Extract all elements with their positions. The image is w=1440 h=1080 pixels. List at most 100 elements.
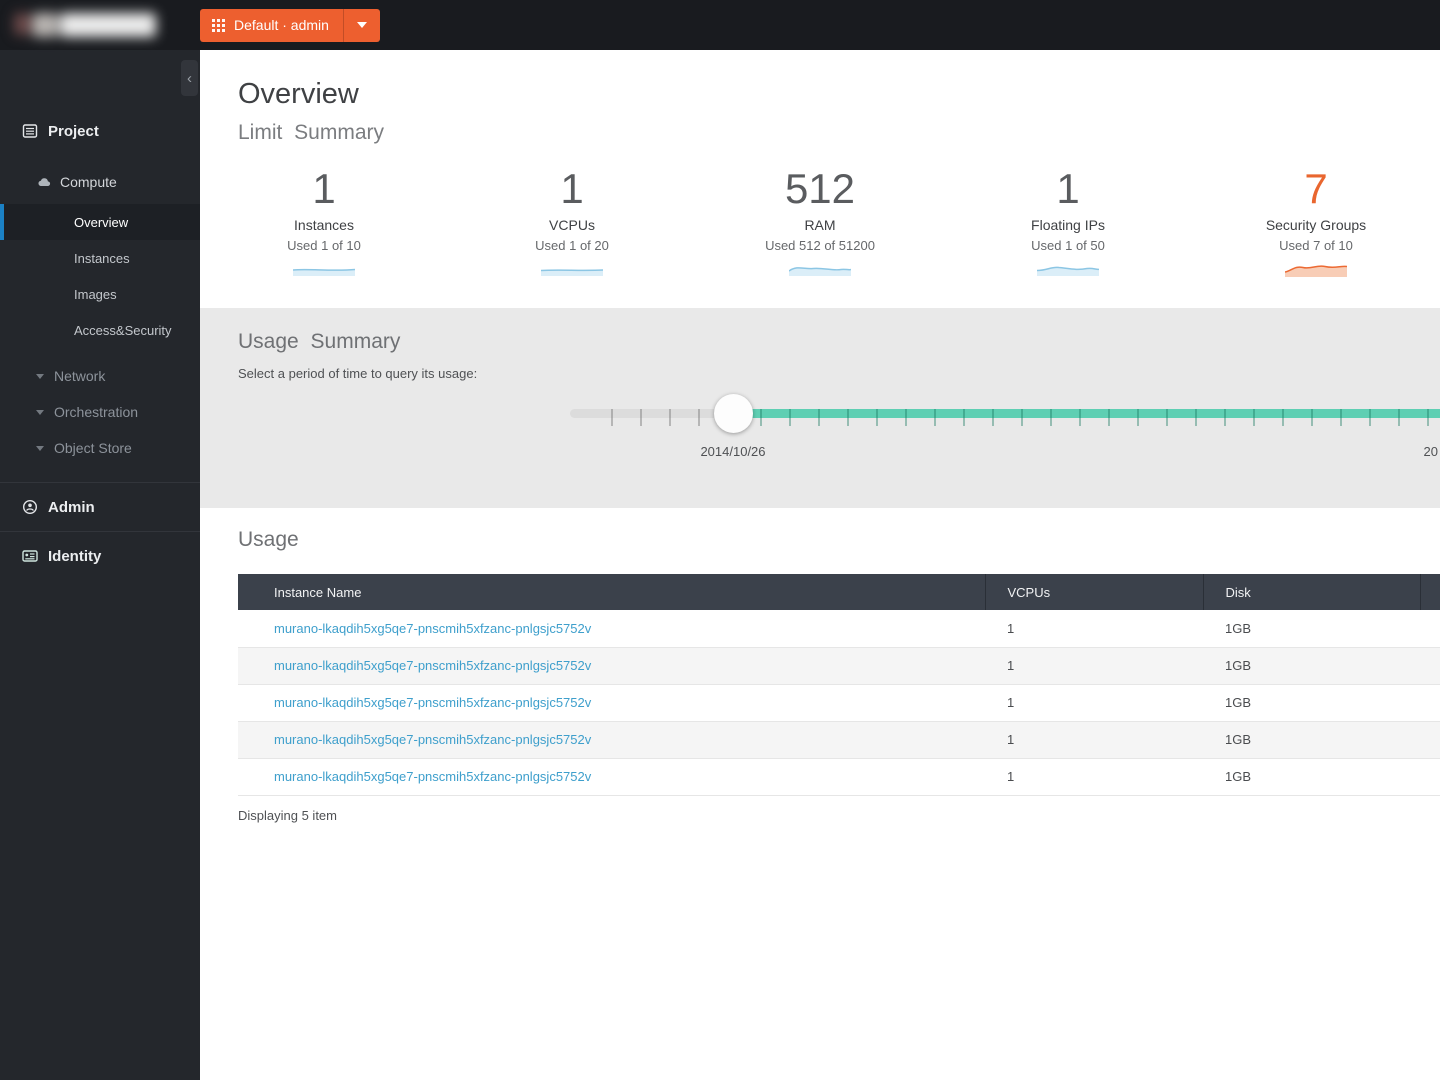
chevron-left-icon: ‹ — [187, 69, 192, 87]
column-header-extra — [1419, 574, 1440, 611]
usage-summary-hint: Select a period of time to query its usa… — [238, 366, 478, 382]
sidebar-panel-label: Compute — [60, 174, 117, 190]
instance-link[interactable]: murano-lkaqdih5xg5qe7-pnscmih5xfzanc-pnl… — [274, 658, 591, 673]
disk-cell: 1GB — [1203, 647, 1420, 685]
usage-summary-heading: Usage Summary — [238, 330, 401, 354]
sidebar-item-access-security[interactable]: Access&Security — [0, 312, 200, 348]
stat-value: 7 — [1304, 165, 1328, 212]
sidebar-collapse-button[interactable]: ‹ — [181, 60, 198, 96]
sidebar-panel-label: Orchestration — [54, 404, 139, 420]
extra-cell — [1420, 647, 1440, 685]
usage-summary-section: Usage Summary Select a period of time to… — [200, 308, 1440, 509]
vcpus-cell: 1 — [985, 647, 1203, 685]
column-header-instance-name: Instance Name — [238, 574, 985, 611]
extra-cell — [1420, 758, 1440, 796]
vcpus-cell: 1 — [985, 610, 1203, 648]
stat-ram: 512 RAM Used 512 of 51200 — [696, 165, 944, 282]
logo-blob — [32, 13, 58, 37]
sidebar-section-identity[interactable]: Identity — [0, 532, 200, 580]
extra-cell — [1420, 610, 1440, 648]
disk-cell: 1GB — [1203, 721, 1420, 759]
stat-label: Instances — [294, 217, 354, 234]
sidebar-item-images[interactable]: Images — [0, 276, 200, 312]
sparkline-chart — [292, 268, 356, 277]
sidebar-section-admin[interactable]: Admin — [0, 483, 200, 531]
sidebar-item-instances[interactable]: Instances — [0, 240, 200, 276]
stat-used: Used 512 of 51200 — [765, 238, 875, 254]
sidebar-section-label: Project — [48, 122, 99, 140]
identity-icon — [22, 550, 38, 562]
brand-logo[interactable] — [12, 9, 164, 41]
vcpus-cell: 1 — [985, 758, 1203, 796]
caret-icon — [36, 445, 44, 451]
logo-blob — [60, 13, 156, 37]
table-row: murano-lkaqdih5xg5qe7-pnscmih5xfzanc-pnl… — [238, 647, 1440, 685]
sidebar-item-label: Images — [74, 286, 117, 302]
stat-value: 512 — [784, 165, 856, 212]
usage-table: Instance Name VCPUs Disk murano-lkaqdih5… — [238, 574, 1440, 796]
stat-used: Used 1 of 10 — [287, 238, 361, 254]
project-icon — [22, 124, 38, 138]
stat-label: Security Groups — [1265, 217, 1367, 234]
extra-cell — [1420, 684, 1440, 722]
sidebar-panel-orchestration[interactable]: Orchestration — [0, 394, 200, 430]
compute-icon — [38, 178, 51, 187]
sidebar-panel-object-store[interactable]: Object Store — [0, 430, 200, 466]
admin-icon — [22, 499, 38, 515]
instance-link[interactable]: murano-lkaqdih5xg5qe7-pnscmih5xfzanc-pnl… — [274, 769, 591, 784]
slider-handle[interactable] — [714, 394, 753, 434]
sidebar-section-project[interactable]: Project — [0, 102, 200, 160]
stat-used: Used 1 of 50 — [1031, 238, 1105, 254]
slider-ticks — [733, 409, 1440, 427]
column-header-disk: Disk — [1202, 574, 1420, 611]
stat-vcpus: 1 VCPUs Used 1 of 20 — [448, 165, 696, 282]
instance-link[interactable]: murano-lkaqdih5xg5qe7-pnscmih5xfzanc-pnl… — [274, 695, 591, 710]
context-switcher-main[interactable]: Default · admin — [200, 9, 343, 42]
slider-start-date-label: 2014/10/26 — [700, 444, 766, 460]
domain-grid-icon — [212, 18, 225, 32]
sidebar-panel-network[interactable]: Network — [0, 358, 200, 394]
stat-used: Used 1 of 20 — [535, 238, 609, 254]
usage-heading: Usage — [238, 528, 299, 552]
stat-security-groups: 7 Security Groups Used 7 of 10 — [1192, 165, 1440, 282]
limit-summary-stats: 1 Instances Used 1 of 10 1 VCPUs Used 1 … — [200, 165, 1440, 282]
sidebar-item-label: Access&Security — [74, 322, 172, 338]
table-row: murano-lkaqdih5xg5qe7-pnscmih5xfzanc-pnl… — [238, 758, 1440, 796]
table-row: murano-lkaqdih5xg5qe7-pnscmih5xfzanc-pnl… — [238, 610, 1440, 648]
chevron-down-icon — [356, 22, 367, 28]
table-footer-count: Displaying 5 item — [238, 807, 337, 823]
disk-cell: 1GB — [1203, 758, 1420, 796]
sidebar-section-label: Admin — [48, 498, 95, 516]
caret-icon — [36, 373, 44, 379]
context-switcher-label: Default · admin — [234, 17, 329, 33]
vcpus-cell: 1 — [985, 721, 1203, 759]
logo-blob — [14, 13, 30, 35]
stat-value: 1 — [560, 165, 584, 212]
stat-floating-ips: 1 Floating IPs Used 1 of 50 — [944, 165, 1192, 282]
sidebar-panel-compute[interactable]: Compute — [0, 160, 200, 204]
sidebar: ‹ Project Compute Overview Instances Ima… — [0, 50, 200, 1080]
sidebar-item-label: Overview — [74, 214, 129, 230]
stat-instances: 1 Instances Used 1 of 10 — [200, 165, 448, 282]
sidebar-section-label: Identity — [48, 547, 102, 565]
stat-value: 1 — [1056, 165, 1080, 212]
caret-icon — [36, 409, 44, 415]
sparkline-chart — [788, 267, 852, 277]
context-switcher-button[interactable]: Default · admin — [200, 8, 380, 42]
context-switcher-caret[interactable] — [342, 8, 380, 42]
table-header-row: Instance Name VCPUs Disk — [238, 574, 1440, 611]
instance-link[interactable]: murano-lkaqdih5xg5qe7-pnscmih5xfzanc-pnl… — [274, 621, 591, 636]
instance-link[interactable]: murano-lkaqdih5xg5qe7-pnscmih5xfzanc-pnl… — [274, 732, 591, 747]
sidebar-item-overview[interactable]: Overview — [0, 204, 200, 240]
sparkline-chart — [540, 269, 604, 277]
disk-cell: 1GB — [1203, 610, 1420, 648]
disk-cell: 1GB — [1203, 684, 1420, 722]
vcpus-cell: 1 — [985, 684, 1203, 722]
limit-summary-heading: Limit Summary — [238, 121, 385, 144]
sidebar-panel-label: Object Store — [54, 440, 132, 456]
stat-value: 1 — [312, 165, 336, 212]
stat-label: VCPUs — [549, 217, 595, 234]
sidebar-item-label: Instances — [74, 250, 130, 266]
stat-label: Floating IPs — [1031, 217, 1105, 234]
column-header-vcpus: VCPUs — [984, 574, 1203, 611]
